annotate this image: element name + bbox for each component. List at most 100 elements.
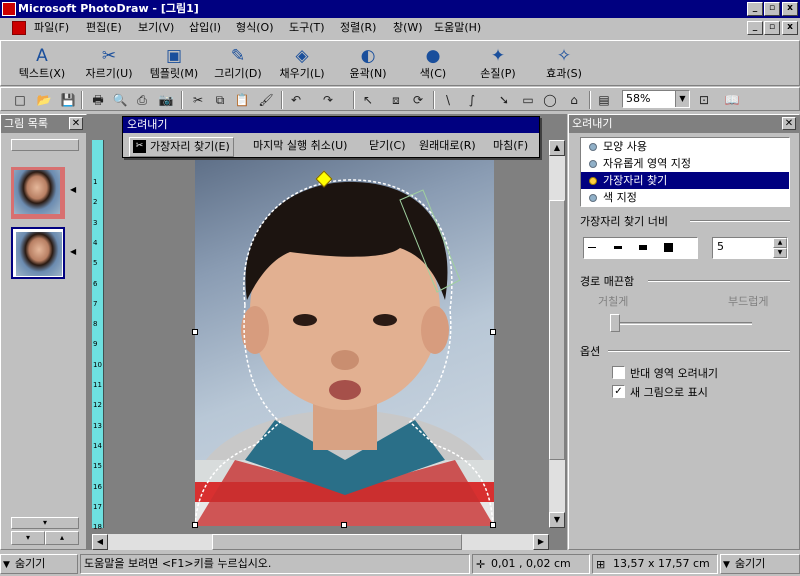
close-icon[interactable]: ✕ bbox=[782, 117, 796, 130]
doc-minimize-button[interactable]: _ bbox=[747, 21, 763, 35]
picture-list-scroll-down[interactable]: ▾ bbox=[11, 517, 79, 529]
new-icon[interactable]: □ bbox=[11, 91, 29, 109]
option-by-color[interactable]: 색 지정 bbox=[581, 189, 789, 206]
outline-button[interactable]: ◐ 윤곽(N) bbox=[333, 43, 403, 85]
zoom-select[interactable]: 58% ▼ bbox=[622, 90, 690, 108]
color-button[interactable]: ● 색(C) bbox=[398, 43, 468, 85]
pointer-icon[interactable]: ↖ bbox=[359, 91, 377, 109]
edge-width-picker[interactable] bbox=[583, 237, 698, 259]
menu-help[interactable]: 도움말(H) bbox=[434, 18, 481, 38]
touchup-button[interactable]: ✦ 손질(P) bbox=[463, 43, 533, 85]
crop-button[interactable]: ✂ 자르기(U) bbox=[74, 43, 144, 85]
menu-view[interactable]: 보기(V) bbox=[138, 18, 174, 38]
arrow-icon[interactable]: ➘ bbox=[495, 91, 513, 109]
resize-handle-bottom[interactable] bbox=[341, 522, 347, 528]
maximize-button[interactable]: ▫ bbox=[764, 2, 780, 16]
print-icon[interactable]: 🖶 bbox=[89, 91, 107, 109]
cut-icon[interactable]: ✂ bbox=[189, 91, 207, 109]
scroll-down-icon[interactable]: ▼ bbox=[549, 512, 565, 528]
close-button[interactable]: x bbox=[782, 2, 798, 16]
vertical-scroll-thumb[interactable] bbox=[549, 200, 565, 460]
redo-icon[interactable]: ↷ bbox=[319, 91, 337, 109]
option-find-edge[interactable]: 가장자리 찾기 bbox=[581, 172, 789, 189]
paste-icon[interactable]: 📋 bbox=[233, 91, 251, 109]
menu-tools[interactable]: 도구(T) bbox=[289, 18, 325, 38]
chevron-down-icon[interactable]: ▼ bbox=[675, 91, 689, 107]
draw-button[interactable]: ✎ 그리기(D) bbox=[203, 43, 273, 85]
text-button[interactable]: A 텍스트(X) bbox=[7, 43, 77, 85]
width-swatch-1[interactable] bbox=[588, 247, 596, 248]
curve-icon[interactable]: ∫ bbox=[463, 91, 481, 109]
text-icon: A bbox=[36, 46, 48, 66]
ellipse-icon[interactable]: ◯ bbox=[541, 91, 559, 109]
print-preview-icon[interactable]: 🔍 bbox=[111, 91, 129, 109]
photodraw-app-icon[interactable] bbox=[2, 2, 16, 16]
group-icon[interactable]: ⧈ bbox=[387, 91, 405, 109]
new-picture-checkbox[interactable]: ✓ bbox=[612, 385, 625, 398]
minimize-button[interactable]: _ bbox=[747, 2, 763, 16]
option-use-shape[interactable]: 모양 사용 bbox=[581, 138, 789, 155]
picture-thumbnail-1[interactable] bbox=[11, 167, 65, 219]
option-freeform[interactable]: 자유롭게 영역 지정 bbox=[581, 155, 789, 172]
width-swatch-2[interactable] bbox=[614, 246, 622, 249]
picture-list-down-button[interactable]: ▾ bbox=[11, 531, 45, 545]
open-icon[interactable]: 📂 bbox=[35, 91, 53, 109]
effects-button[interactable]: ✧ 효과(S) bbox=[529, 43, 599, 85]
resize-handle-left[interactable] bbox=[192, 329, 198, 335]
horizontal-scroll-thumb[interactable] bbox=[212, 534, 462, 550]
close-icon[interactable]: ✕ bbox=[69, 117, 83, 130]
fit-icon[interactable]: ⊡ bbox=[695, 91, 713, 109]
spin-up-icon[interactable]: ▲ bbox=[773, 238, 787, 248]
menu-arrange[interactable]: 정렬(R) bbox=[340, 18, 376, 38]
autoshape-icon[interactable]: ⌂ bbox=[565, 91, 583, 109]
vertical-scrollbar[interactable]: ▲ ▼ bbox=[549, 140, 565, 528]
invert-crop-checkbox[interactable] bbox=[612, 366, 625, 379]
outline-button-label: 윤곽(N) bbox=[349, 67, 387, 80]
format-painter-icon[interactable]: 🖌 bbox=[257, 91, 275, 109]
finish-button[interactable]: 마침(F) bbox=[493, 137, 528, 157]
hide-left-panel-button[interactable]: ▼ 숨기기 bbox=[0, 554, 78, 574]
template-button[interactable]: ▣ 템플릿(M) bbox=[139, 43, 209, 85]
help-book-icon[interactable]: 📖 bbox=[723, 91, 741, 109]
resize-handle-bottom-right[interactable] bbox=[490, 522, 496, 528]
scroll-left-icon[interactable]: ◀ bbox=[92, 534, 108, 550]
document-icon[interactable] bbox=[12, 21, 26, 35]
close-crop-button[interactable]: 닫기(C) bbox=[369, 137, 406, 157]
scan-icon[interactable]: ⎙ bbox=[133, 91, 151, 109]
hide-right-panel-button[interactable]: ▼ 숨기기 bbox=[720, 554, 800, 574]
menu-edit[interactable]: 편집(E) bbox=[86, 18, 122, 38]
find-edge-button[interactable]: ✂ 가장자리 찾기(E) bbox=[129, 137, 234, 157]
rectangle-icon[interactable]: ▭ bbox=[519, 91, 537, 109]
reset-button[interactable]: 원래대로(R) bbox=[419, 137, 476, 157]
menu-file[interactable]: 파일(F) bbox=[34, 18, 69, 38]
line-icon[interactable]: \ bbox=[439, 91, 457, 109]
scroll-right-icon[interactable]: ▶ bbox=[533, 534, 549, 550]
smoothness-slider-track[interactable] bbox=[612, 322, 752, 325]
camera-icon[interactable]: 📷 bbox=[157, 91, 175, 109]
fill-button[interactable]: ◈ 채우기(L) bbox=[267, 43, 337, 85]
doc-restore-button[interactable]: ▫ bbox=[764, 21, 780, 35]
width-swatch-3[interactable] bbox=[639, 245, 647, 250]
picture-thumbnail-2[interactable] bbox=[11, 227, 65, 279]
picture-list-up-button[interactable]: ▴ bbox=[45, 531, 79, 545]
menu-insert[interactable]: 삽입(I) bbox=[189, 18, 221, 38]
save-icon[interactable]: 💾 bbox=[59, 91, 77, 109]
doc-close-button[interactable]: x bbox=[782, 21, 798, 35]
undo-icon[interactable]: ↶ bbox=[287, 91, 305, 109]
scroll-up-icon[interactable]: ▲ bbox=[549, 140, 565, 156]
edge-width-spinner[interactable]: 5 ▲ ▼ bbox=[712, 237, 788, 259]
resize-handle-right[interactable] bbox=[490, 329, 496, 335]
undo-last-button[interactable]: 마지막 실행 취소(U) bbox=[253, 137, 347, 157]
rotate-icon[interactable]: ⟳ bbox=[409, 91, 427, 109]
smoothness-slider-thumb[interactable] bbox=[610, 314, 620, 332]
photo-canvas[interactable] bbox=[195, 160, 494, 526]
copy-icon[interactable]: ⧉ bbox=[211, 91, 229, 109]
spin-down-icon[interactable]: ▼ bbox=[773, 248, 787, 258]
menu-format[interactable]: 형식(O) bbox=[236, 18, 273, 38]
width-swatch-4[interactable] bbox=[664, 243, 673, 252]
gallery-icon[interactable]: ▤ bbox=[595, 91, 613, 109]
menu-window[interactable]: 창(W) bbox=[393, 18, 423, 38]
resize-handle-bottom-left[interactable] bbox=[192, 522, 198, 528]
horizontal-scrollbar[interactable]: ◀ ▶ bbox=[92, 534, 549, 550]
picture-list-scroll-top[interactable] bbox=[11, 139, 79, 151]
